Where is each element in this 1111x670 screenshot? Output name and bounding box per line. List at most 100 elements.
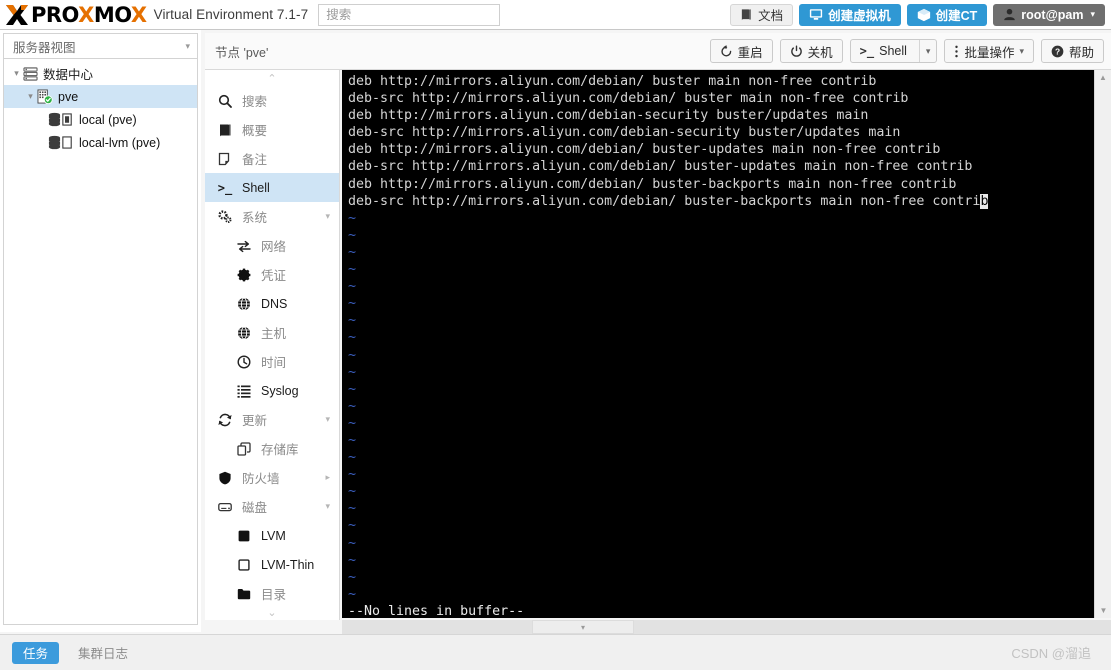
menu-item-[interactable]: 凭证 xyxy=(205,260,339,289)
menu-item-[interactable]: 防火墙 ▸ xyxy=(205,463,339,492)
menu-item-[interactable]: 备注 xyxy=(205,144,339,173)
power-icon xyxy=(790,45,803,58)
shell-terminal-panel[interactable]: deb http://mirrors.aliyun.com/debian/ bu… xyxy=(342,70,1111,618)
horizontal-scroll-thumb[interactable]: ▾ xyxy=(532,620,634,634)
tree-item-local-storage[interactable]: local (pve) xyxy=(4,108,197,131)
menu-item-label: DNS xyxy=(261,296,288,311)
terminal-empty-line-marker: ~ xyxy=(348,364,357,380)
cluster-log-label: 集群日志 xyxy=(78,647,129,661)
terminal-empty-line-marker: ~ xyxy=(348,313,357,329)
user-menu-button[interactable]: root@pam ▾ xyxy=(993,3,1105,26)
terminal-empty-line-marker: ~ xyxy=(348,535,357,551)
time-icon xyxy=(233,354,255,369)
terminal-empty-line-marker: ~ xyxy=(348,586,357,602)
menu-item-label: LVM-Thin xyxy=(261,557,315,572)
terminal-empty-line-marker: ~ xyxy=(348,450,357,466)
proxmox-logo[interactable]: PROXMOX xyxy=(0,0,147,30)
menu-item-label: 防火墙 xyxy=(242,472,280,486)
global-search-input[interactable]: 搜索 xyxy=(318,3,501,26)
twisty-expanded-icon[interactable]: ▾ xyxy=(24,91,37,102)
terminal-line-cursor: deb-src http://mirrors.aliyun.com/debian… xyxy=(348,193,989,209)
help-button[interactable]: ? 帮助 xyxy=(1040,39,1104,63)
restart-button[interactable]: 重启 xyxy=(709,39,773,63)
shell-label: Shell xyxy=(879,44,907,58)
terminal-empty-line-marker: ~ xyxy=(348,227,357,243)
shell-dropdown-arrow[interactable]: ▾ xyxy=(918,40,937,62)
menu-item-shell[interactable]: >_ Shell xyxy=(205,173,339,202)
bulk-actions-label: 批量操作 xyxy=(964,45,1015,60)
chevron-right-icon[interactable]: ▸ xyxy=(325,472,330,483)
chevron-down-icon[interactable]: ▾ xyxy=(325,501,330,512)
terminal-empty-line-marker: ~ xyxy=(348,210,357,226)
documentation-label: 文档 xyxy=(758,9,784,23)
logo-text-x2: X xyxy=(130,2,147,27)
system-icon xyxy=(214,209,236,224)
shell-button[interactable]: >_ Shell ▾ xyxy=(849,39,938,63)
menu-item-[interactable]: 存储库 xyxy=(205,434,339,463)
menu-scroll-up-arrow[interactable]: ⌃ xyxy=(205,70,339,86)
create-ct-button[interactable]: 创建CT xyxy=(906,3,988,26)
menu-item-lvm-thin[interactable]: LVM-Thin xyxy=(205,550,339,579)
bulk-actions-button[interactable]: 批量操作 ▾ xyxy=(944,39,1034,63)
terminal-vertical-scrollbar[interactable]: ▲ ▼ xyxy=(1094,70,1111,618)
update-icon xyxy=(214,413,236,427)
tree-item-label: local-lvm (pve) xyxy=(79,135,161,150)
menu-item-[interactable]: 主机 xyxy=(205,318,339,347)
logo-text-mo: MO xyxy=(93,2,132,27)
menu-item-[interactable]: 时间 xyxy=(205,347,339,376)
tree-item-pve[interactable]: ▾ pve xyxy=(4,85,197,108)
terminal-line: deb-src http://mirrors.aliyun.com/debian… xyxy=(348,125,901,141)
syslog-icon xyxy=(233,384,255,398)
menu-item-dns[interactable]: DNS xyxy=(205,289,339,318)
node-toolbar-actions: 重启 关机 >_ Shell ▾ 批量操作 ▾ ? 帮助 xyxy=(709,39,1104,63)
create-vm-button[interactable]: 创建虚拟机 xyxy=(799,3,901,26)
restart-icon xyxy=(720,44,733,58)
scroll-up-arrow-icon[interactable]: ▲ xyxy=(1095,70,1111,85)
menu-item-lvm[interactable]: LVM xyxy=(205,521,339,550)
view-selector-label: 服务器视图 xyxy=(13,40,76,55)
menu-item-label: 更新 xyxy=(242,414,268,428)
terminal-line: deb-src http://mirrors.aliyun.com/debian… xyxy=(348,159,973,175)
svg-text:?: ? xyxy=(1055,46,1060,56)
bottom-status-bar: 任务 集群日志 CSDN @溜追 xyxy=(0,634,1111,670)
twisty-expanded-icon[interactable]: ▾ xyxy=(10,68,23,79)
node-toolbar: 节点 'pve' 重启 关机 >_ Shell ▾ 批量操作 ▾ ? 帮助 xyxy=(205,33,1111,70)
product-version-label: Virtual Environment 7.1-7 xyxy=(153,7,309,22)
certificate-icon xyxy=(233,268,255,282)
disk-icon xyxy=(214,500,236,514)
tree-item-local-lvm-storage[interactable]: local-lvm (pve) xyxy=(4,131,197,154)
terminal-line: deb-src http://mirrors.aliyun.com/debian… xyxy=(348,91,909,107)
terminal-empty-line-marker: ~ xyxy=(348,484,357,500)
menu-item-label: 磁盘 xyxy=(242,501,268,515)
terminal-horizontal-scrollbar[interactable]: ▾ xyxy=(342,620,1111,634)
menu-item-[interactable]: 系统 ▾ xyxy=(205,202,339,231)
menu-item-syslog[interactable]: Syslog xyxy=(205,376,339,405)
chevron-down-icon[interactable]: ▾ xyxy=(325,414,330,425)
restart-label: 重启 xyxy=(737,45,763,60)
user-name-label: root@pam xyxy=(1021,7,1084,22)
watermark-label: CSDN @溜追 xyxy=(1011,646,1091,661)
menu-scroll-down-arrow[interactable]: ⌄ xyxy=(205,604,340,620)
terminal-empty-line-marker: ~ xyxy=(348,330,357,346)
menu-item-label: 主机 xyxy=(261,327,287,341)
tab-tasks[interactable]: 任务 xyxy=(12,641,60,664)
documentation-button[interactable]: 文档 xyxy=(730,3,794,26)
terminal-line: deb http://mirrors.aliyun.com/debian/ bu… xyxy=(348,142,941,158)
tab-cluster-log[interactable]: 集群日志 xyxy=(67,642,139,664)
menu-item-[interactable]: 搜索 xyxy=(205,86,339,115)
terminal-output[interactable]: deb http://mirrors.aliyun.com/debian/ bu… xyxy=(342,70,1090,618)
menu-item-[interactable]: 网络 xyxy=(205,231,339,260)
lvmthin-icon xyxy=(233,558,255,572)
shutdown-button[interactable]: 关机 xyxy=(779,39,843,63)
tree-item-label: 数据中心 xyxy=(43,68,94,82)
scroll-down-arrow-icon[interactable]: ▼ xyxy=(1095,603,1111,618)
chevron-down-icon[interactable]: ▾ xyxy=(325,211,330,222)
tree-item-datacenter[interactable]: ▾ 数据中心 xyxy=(4,62,197,85)
menu-item-[interactable]: 概要 xyxy=(205,115,339,144)
kebab-menu-icon xyxy=(954,45,959,58)
view-selector-dropdown[interactable]: 服务器视图 ▾ xyxy=(3,33,198,59)
menu-item-[interactable]: 更新 ▾ xyxy=(205,405,339,434)
terminal-empty-line-marker: ~ xyxy=(348,279,357,295)
menu-item-label: 备注 xyxy=(242,153,268,167)
menu-item-[interactable]: 磁盘 ▾ xyxy=(205,492,339,521)
